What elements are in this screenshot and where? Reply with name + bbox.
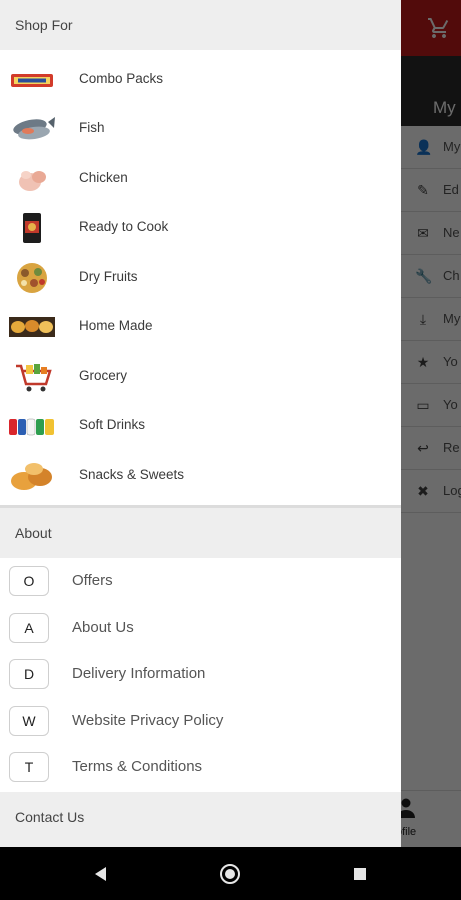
about-item-label: Terms & Conditions: [72, 758, 203, 775]
about-item-delivery-information[interactable]: D Delivery Information: [0, 651, 401, 697]
category-item-dry-fruits[interactable]: Dry Fruits: [0, 253, 401, 302]
about-item-label: Offers: [72, 572, 113, 589]
letter-badge: W: [9, 706, 49, 736]
category-label: Combo Packs: [79, 71, 164, 86]
home-icon[interactable]: [219, 863, 241, 885]
category-item-soft-drinks[interactable]: Soft Drinks: [0, 401, 401, 450]
about-item-label: About Us: [72, 619, 134, 636]
about-header: About: [0, 508, 401, 558]
category-label: Home Made: [79, 318, 153, 333]
navigation-drawer: Shop For Combo Packs Fish Chicken Ready …: [0, 0, 401, 847]
letter-badge: O: [9, 566, 49, 596]
letter-badge: D: [9, 659, 49, 689]
ready-to-cook-image: [23, 213, 41, 243]
about-item-offers[interactable]: O Offers: [0, 558, 401, 604]
category-label: Fish: [79, 120, 105, 135]
system-navigation-bar: [0, 847, 461, 900]
category-item-fish[interactable]: Fish: [0, 104, 401, 153]
fish-image: [13, 117, 55, 140]
contact-us-title: Contact Us: [15, 809, 85, 825]
letter-badge: T: [9, 752, 49, 782]
back-icon[interactable]: [90, 863, 112, 885]
recents-icon[interactable]: [349, 863, 371, 885]
shop-for-title: Shop For: [15, 17, 73, 33]
chicken-image: [19, 171, 46, 191]
category-item-ready-to-cook[interactable]: Ready to Cook: [0, 203, 401, 252]
about-item-about-us[interactable]: A About Us: [0, 605, 401, 651]
contact-us-header: Contact Us: [0, 792, 401, 847]
home-made-image: [9, 317, 55, 337]
about-title: About: [15, 525, 52, 541]
about-item-label: Delivery Information: [72, 665, 206, 682]
dry-fruits-image: [17, 263, 47, 293]
category-item-chicken[interactable]: Chicken: [0, 154, 401, 203]
category-item-snacks-sweets[interactable]: Snacks & Sweets: [0, 451, 401, 500]
category-label: Chicken: [79, 170, 128, 185]
letter-badge: A: [9, 613, 49, 643]
category-label: Snacks & Sweets: [79, 467, 185, 482]
combo-packs-image: [11, 74, 53, 87]
shop-for-header: Shop For: [0, 0, 401, 50]
soft-drinks-image: [9, 418, 54, 436]
about-item-website-privacy-policy[interactable]: W Website Privacy Policy: [0, 698, 401, 744]
grocery-cart-image: [16, 364, 52, 392]
category-label: Grocery: [79, 368, 128, 383]
snacks-image: [11, 463, 52, 490]
category-item-home-made[interactable]: Home Made: [0, 302, 401, 351]
category-item-grocery[interactable]: Grocery: [0, 352, 401, 401]
category-item-combo-packs[interactable]: Combo Packs: [0, 55, 401, 104]
category-label: Dry Fruits: [79, 269, 138, 284]
category-label: Soft Drinks: [79, 417, 146, 432]
about-item-terms-conditions[interactable]: T Terms & Conditions: [0, 744, 401, 790]
about-item-label: Website Privacy Policy: [72, 712, 224, 729]
category-label: Ready to Cook: [79, 219, 169, 234]
